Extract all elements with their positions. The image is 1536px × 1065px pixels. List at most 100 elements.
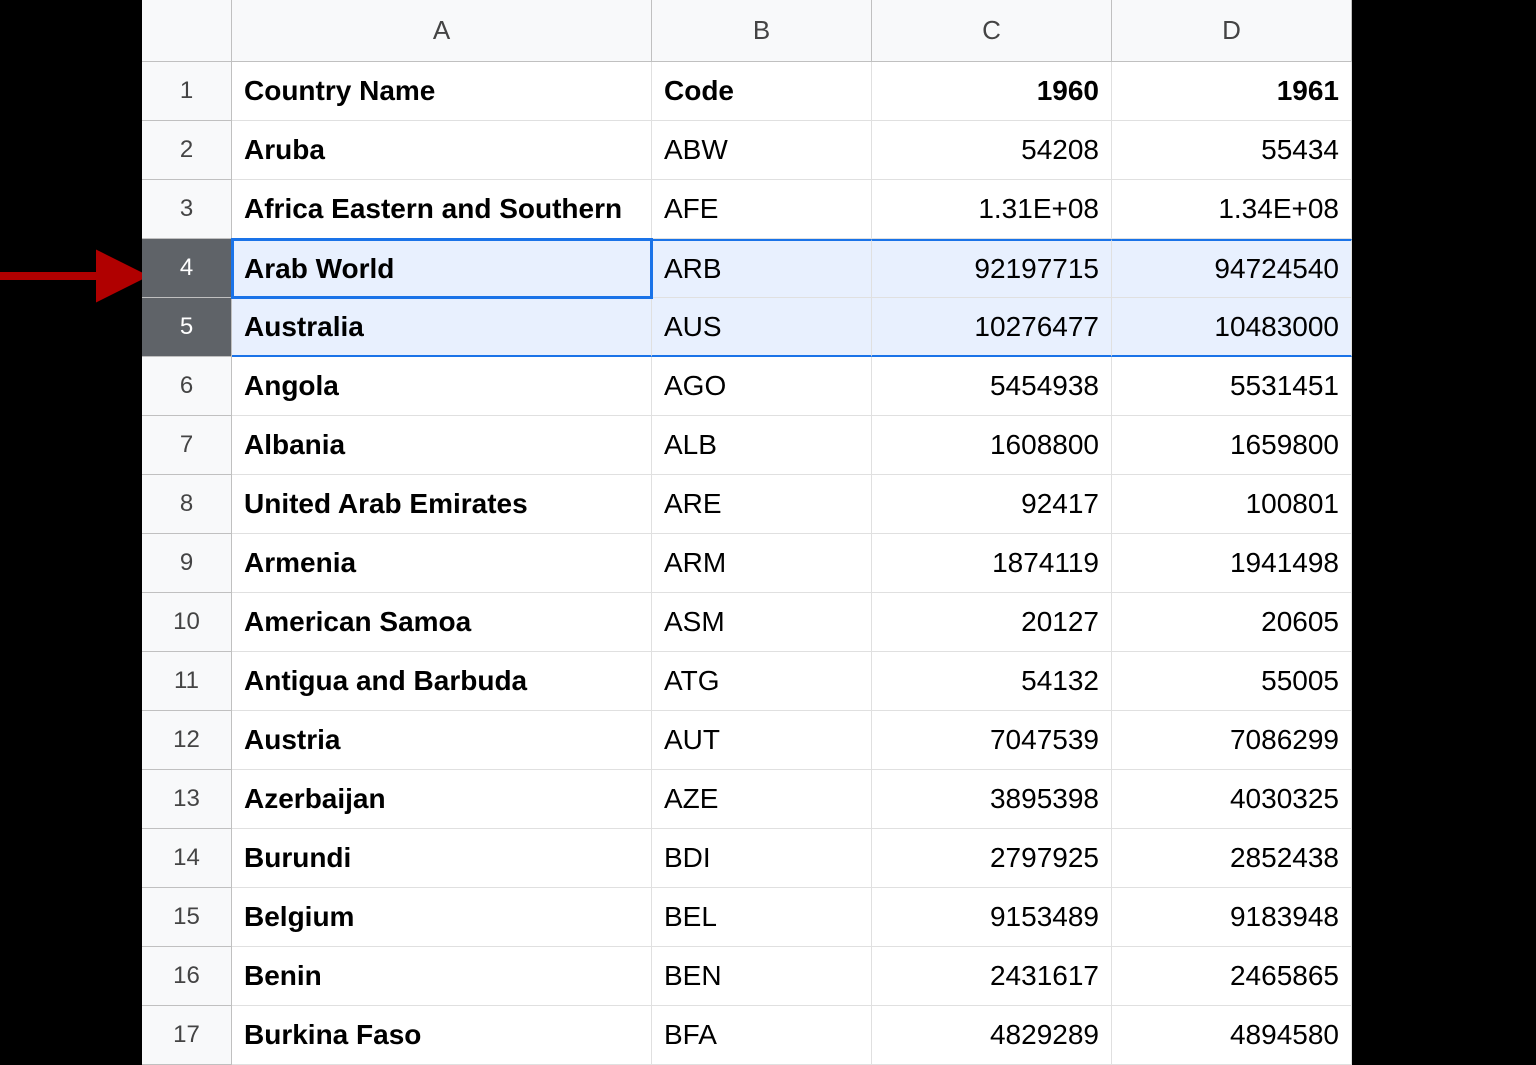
row-header-12[interactable]: 12 — [142, 711, 232, 770]
grid-row-12: AustriaAUT70475397086299 — [232, 711, 1536, 770]
grid-row-9: ArmeniaARM18741191941498 — [232, 534, 1536, 593]
column-header-D[interactable]: D — [1112, 0, 1352, 62]
cell-B5[interactable]: AUS — [652, 298, 872, 357]
cell-A7[interactable]: Albania — [232, 416, 652, 475]
cell-D13[interactable]: 4030325 — [1112, 770, 1352, 829]
cell-D15[interactable]: 9183948 — [1112, 888, 1352, 947]
row-header-4[interactable]: 4 — [142, 239, 232, 298]
cell-A9[interactable]: Armenia — [232, 534, 652, 593]
cell-A15[interactable]: Belgium — [232, 888, 652, 947]
cell-C15[interactable]: 9153489 — [872, 888, 1112, 947]
cell-B4[interactable]: ARB — [652, 239, 872, 298]
cell-D12[interactable]: 7086299 — [1112, 711, 1352, 770]
cell-B3[interactable]: AFE — [652, 180, 872, 239]
column-header-B[interactable]: B — [652, 0, 872, 62]
cell-B1[interactable]: Code — [652, 62, 872, 121]
cell-A1[interactable]: Country Name — [232, 62, 652, 121]
cell-C16[interactable]: 2431617 — [872, 947, 1112, 1006]
cell-D17[interactable]: 4894580 — [1112, 1006, 1352, 1065]
row-header-14[interactable]: 14 — [142, 829, 232, 888]
cell-D11[interactable]: 55005 — [1112, 652, 1352, 711]
cell-A14[interactable]: Burundi — [232, 829, 652, 888]
cell-A12[interactable]: Austria — [232, 711, 652, 770]
cell-A3[interactable]: Africa Eastern and Southern — [232, 180, 652, 239]
cell-C4[interactable]: 92197715 — [872, 239, 1112, 298]
row-header-8[interactable]: 8 — [142, 475, 232, 534]
cell-D6[interactable]: 5531451 — [1112, 357, 1352, 416]
cell-C5[interactable]: 10276477 — [872, 298, 1112, 357]
grid-row-5: AustraliaAUS1027647710483000 — [232, 298, 1536, 357]
cell-C8[interactable]: 92417 — [872, 475, 1112, 534]
grid-row-6: AngolaAGO54549385531451 — [232, 357, 1536, 416]
row-header-7[interactable]: 7 — [142, 416, 232, 475]
cell-D8[interactable]: 100801 — [1112, 475, 1352, 534]
cell-B7[interactable]: ALB — [652, 416, 872, 475]
cell-D16[interactable]: 2465865 — [1112, 947, 1352, 1006]
cell-C6[interactable]: 5454938 — [872, 357, 1112, 416]
column-header-A[interactable]: A — [232, 0, 652, 62]
cell-C1[interactable]: 1960 — [872, 62, 1112, 121]
row-header-5[interactable]: 5 — [142, 298, 232, 357]
column-header-C[interactable]: C — [872, 0, 1112, 62]
cell-A10[interactable]: American Samoa — [232, 593, 652, 652]
grid-row-13: AzerbaijanAZE38953984030325 — [232, 770, 1536, 829]
row-header-1[interactable]: 1 — [142, 62, 232, 121]
cell-D5[interactable]: 10483000 — [1112, 298, 1352, 357]
cell-C3[interactable]: 1.31E+08 — [872, 180, 1112, 239]
row-header-17[interactable]: 17 — [142, 1006, 232, 1065]
cell-C10[interactable]: 20127 — [872, 593, 1112, 652]
cell-B13[interactable]: AZE — [652, 770, 872, 829]
row-header-15[interactable]: 15 — [142, 888, 232, 947]
grid-row-3: Africa Eastern and SouthernAFE1.31E+081.… — [232, 180, 1536, 239]
cell-A13[interactable]: Azerbaijan — [232, 770, 652, 829]
cell-B9[interactable]: ARM — [652, 534, 872, 593]
cell-D14[interactable]: 2852438 — [1112, 829, 1352, 888]
cell-B11[interactable]: ATG — [652, 652, 872, 711]
cell-B10[interactable]: ASM — [652, 593, 872, 652]
cell-A6[interactable]: Angola — [232, 357, 652, 416]
grid-row-8: United Arab EmiratesARE92417100801 — [232, 475, 1536, 534]
cell-C12[interactable]: 7047539 — [872, 711, 1112, 770]
cell-B17[interactable]: BFA — [652, 1006, 872, 1065]
cell-B12[interactable]: AUT — [652, 711, 872, 770]
row-header-16[interactable]: 16 — [142, 947, 232, 1006]
grid-row-15: BelgiumBEL91534899183948 — [232, 888, 1536, 947]
cell-C7[interactable]: 1608800 — [872, 416, 1112, 475]
row-header-13[interactable]: 13 — [142, 770, 232, 829]
cell-D3[interactable]: 1.34E+08 — [1112, 180, 1352, 239]
row-header-2[interactable]: 2 — [142, 121, 232, 180]
cell-D7[interactable]: 1659800 — [1112, 416, 1352, 475]
cell-C13[interactable]: 3895398 — [872, 770, 1112, 829]
row-header-10[interactable]: 10 — [142, 593, 232, 652]
cell-B15[interactable]: BEL — [652, 888, 872, 947]
cell-D10[interactable]: 20605 — [1112, 593, 1352, 652]
cell-A8[interactable]: United Arab Emirates — [232, 475, 652, 534]
cell-D4[interactable]: 94724540 — [1112, 239, 1352, 298]
cell-C17[interactable]: 4829289 — [872, 1006, 1112, 1065]
cell-D1[interactable]: 1961 — [1112, 62, 1352, 121]
cell-D9[interactable]: 1941498 — [1112, 534, 1352, 593]
select-all-corner[interactable] — [142, 0, 232, 62]
grid-row-4: Arab WorldARB9219771594724540 — [232, 239, 1536, 298]
cell-B2[interactable]: ABW — [652, 121, 872, 180]
annotation-arrow — [0, 246, 142, 306]
cell-A4[interactable]: Arab World — [232, 239, 652, 298]
cell-B14[interactable]: BDI — [652, 829, 872, 888]
cell-A11[interactable]: Antigua and Barbuda — [232, 652, 652, 711]
cell-C14[interactable]: 2797925 — [872, 829, 1112, 888]
row-header-3[interactable]: 3 — [142, 180, 232, 239]
cell-A16[interactable]: Benin — [232, 947, 652, 1006]
cell-B16[interactable]: BEN — [652, 947, 872, 1006]
cell-B6[interactable]: AGO — [652, 357, 872, 416]
cell-A17[interactable]: Burkina Faso — [232, 1006, 652, 1065]
cell-C11[interactable]: 54132 — [872, 652, 1112, 711]
row-header-11[interactable]: 11 — [142, 652, 232, 711]
cell-C9[interactable]: 1874119 — [872, 534, 1112, 593]
cell-D2[interactable]: 55434 — [1112, 121, 1352, 180]
cell-A5[interactable]: Australia — [232, 298, 652, 357]
row-header-6[interactable]: 6 — [142, 357, 232, 416]
cell-A2[interactable]: Aruba — [232, 121, 652, 180]
cell-B8[interactable]: ARE — [652, 475, 872, 534]
row-header-9[interactable]: 9 — [142, 534, 232, 593]
cell-C2[interactable]: 54208 — [872, 121, 1112, 180]
